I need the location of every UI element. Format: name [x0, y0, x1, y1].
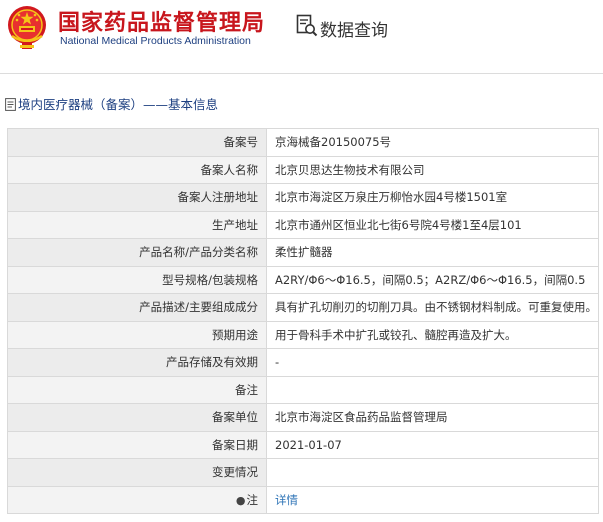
table-row: 备案人名称 北京贝思达生物技术有限公司	[7, 155, 599, 184]
table-row: 备案日期 2021-01-07	[7, 430, 599, 459]
field-value	[266, 375, 599, 404]
field-value: 用于骨科手术中扩孔或铰孔、髓腔再造及扩大。	[266, 320, 599, 349]
field-label: 注	[246, 492, 259, 507]
field-value: 北京市海淀区万泉庄万柳怡水园4号楼1501室	[266, 183, 599, 212]
site-header: 国家药品监督管理局 National Medical Products Admi…	[0, 0, 603, 56]
table-row: ●注 详情	[7, 485, 599, 514]
field-label: 产品存储及有效期	[7, 348, 267, 377]
field-value	[266, 458, 599, 487]
field-value: 北京市海淀区食品药品监督管理局	[266, 403, 599, 432]
table-row: 变更情况	[7, 458, 599, 487]
table-row: 备注	[7, 375, 599, 404]
brand-title-cn: 国家药品监督管理局	[58, 11, 266, 36]
table-row: 型号规格/包装规格 A2RY/Φ6～Φ16.5，间隔0.5；A2RZ/Φ6～Φ1…	[7, 265, 599, 294]
table-row: 备案人注册地址 北京市海淀区万泉庄万柳怡水园4号楼1501室	[7, 183, 599, 212]
section-title-text: 境内医疗器械（备案）——基本信息	[18, 97, 219, 112]
data-query-label: 数据查询	[320, 21, 388, 41]
table-row: 预期用途 用于骨科手术中扩孔或铰孔、髓腔再造及扩大。	[7, 320, 599, 349]
field-value: 详情	[266, 485, 599, 514]
field-label: 预期用途	[7, 320, 267, 349]
table-row: 生产地址 北京市通州区恒业北七街6号院4号楼1至4层101	[7, 210, 599, 239]
pin-icon: ●	[235, 493, 246, 507]
field-label: 备案人名称	[7, 155, 267, 184]
field-label: 备案号	[7, 128, 267, 157]
field-value: 北京贝思达生物技术有限公司	[266, 155, 599, 184]
table-row: 产品名称/产品分类名称 柔性扩髓器	[7, 238, 599, 267]
table-row: 备案号 京海械备20150075号	[7, 128, 599, 157]
table-row: 产品存储及有效期 -	[7, 348, 599, 377]
field-label: 备案人注册地址	[7, 183, 267, 212]
section-title: 境内医疗器械（备案）——基本信息	[5, 94, 218, 113]
document-icon	[5, 98, 16, 111]
header-divider	[0, 73, 603, 74]
field-label: 生产地址	[7, 210, 267, 239]
field-value: 2021-01-07	[266, 430, 599, 459]
field-value: 京海械备20150075号	[266, 128, 599, 157]
field-value: 具有扩孔切削刃的切削刀具。由不锈钢材料制成。可重复使用。	[266, 293, 599, 322]
table-row: 产品描述/主要组成成分 具有扩孔切削刃的切削刀具。由不锈钢材料制成。可重复使用。	[7, 293, 599, 322]
field-label: 型号规格/包装规格	[7, 265, 267, 294]
national-emblem-icon	[8, 6, 46, 49]
field-label: 产品描述/主要组成成分	[7, 293, 267, 322]
field-value: 北京市通州区恒业北七街6号院4号楼1至4层101	[266, 210, 599, 239]
note-label-cell: ●注	[7, 485, 267, 514]
brand-title-en: National Medical Products Administration	[60, 35, 251, 47]
search-document-icon	[296, 14, 318, 37]
field-label: 产品名称/产品分类名称	[7, 238, 267, 267]
field-label: 备案日期	[7, 430, 267, 459]
field-value: A2RY/Φ6～Φ16.5，间隔0.5；A2RZ/Φ6～Φ16.5，间隔0.5	[266, 265, 599, 294]
field-value: 柔性扩髓器	[266, 238, 599, 267]
field-label: 变更情况	[7, 458, 267, 487]
field-label: 备注	[7, 375, 267, 404]
table-row: 备案单位 北京市海淀区食品药品监督管理局	[7, 403, 599, 432]
details-link[interactable]: 详情	[275, 493, 298, 507]
field-value: -	[266, 348, 599, 377]
record-detail-table: 备案号 京海械备20150075号 备案人名称 北京贝思达生物技术有限公司 备案…	[7, 128, 599, 514]
field-label: 备案单位	[7, 403, 267, 432]
